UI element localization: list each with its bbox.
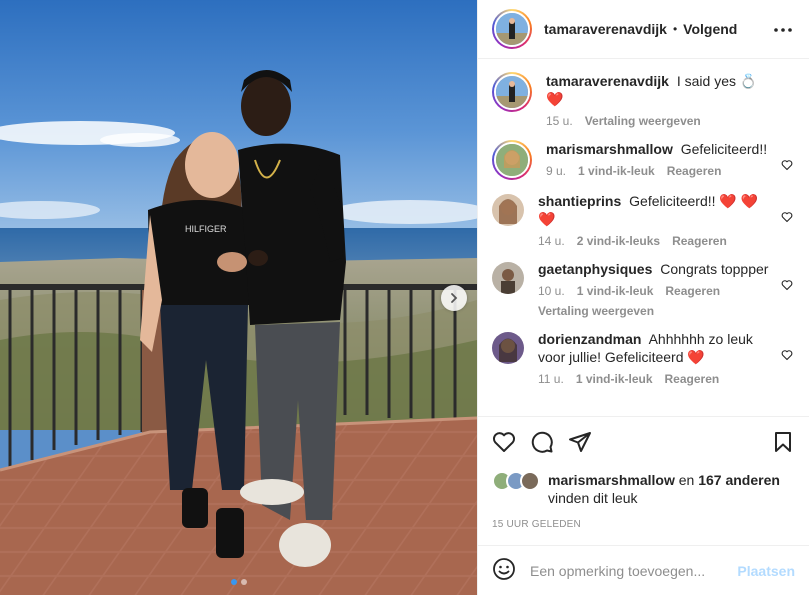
caption-time[interactable]: 15 u. xyxy=(546,114,573,128)
chevron-right-icon xyxy=(451,293,458,303)
reply-button[interactable]: Reageren xyxy=(665,372,720,386)
carousel-dot-1 xyxy=(230,579,237,585)
paper-plane-icon xyxy=(569,431,591,452)
add-comment-bar: Plaatsen xyxy=(478,545,809,595)
more-options-button[interactable] xyxy=(771,20,795,43)
commenter-avatar[interactable] xyxy=(492,332,524,364)
post-timestamp[interactable]: 15 UUR GELEDEN xyxy=(492,519,795,530)
comment-time[interactable]: 10 u. xyxy=(538,284,565,298)
like-comment-button[interactable] xyxy=(781,210,793,226)
carousel-indicator xyxy=(0,579,477,585)
comment-likes[interactable]: 1 vind-ik-leuk xyxy=(578,164,655,178)
heart-outline-icon xyxy=(781,212,793,223)
next-photo-button[interactable] xyxy=(441,285,467,311)
commenter-avatar[interactable] xyxy=(492,140,532,180)
engagement-photo: HILFIGER xyxy=(0,0,477,595)
author-username[interactable]: tamaraverenavdijk xyxy=(544,21,667,37)
reply-button[interactable]: Reageren xyxy=(665,284,720,298)
comment-item: marismarshmallow Gefeliciteerd!! 9 u. 1 … xyxy=(492,128,795,180)
bookmark-icon xyxy=(775,431,791,452)
reply-button[interactable]: Reageren xyxy=(672,234,727,248)
likes-suffix: vinden dit leuk xyxy=(548,490,638,506)
like-comment-button[interactable] xyxy=(781,278,793,294)
liker-username[interactable]: marismarshmallow xyxy=(548,472,675,488)
avatar-image xyxy=(496,76,528,108)
commenter-avatar[interactable] xyxy=(492,194,524,226)
liker-avatar xyxy=(520,471,540,491)
likes-summary: marismarshmallow en 167 anderen vinden d… xyxy=(492,471,795,507)
avatar-image xyxy=(496,13,528,45)
comment-icon xyxy=(531,431,553,453)
emoji-button[interactable] xyxy=(492,557,516,584)
comment-likes[interactable]: 2 vind-ik-leuks xyxy=(577,234,660,248)
comment-input[interactable] xyxy=(530,562,738,579)
comment-item: dorienzandman Ahhhhhh zo leuk voor julli… xyxy=(492,318,795,386)
post-side-panel: tamaraverenavdijk • Volgend tamaraverena… xyxy=(477,0,809,595)
commenter-username[interactable]: marismarshmallow xyxy=(546,141,673,157)
comments-list[interactable]: tamaraverenavdijk I said yes 💍 ❤️ 15 u. … xyxy=(478,60,809,415)
likes-connector: en xyxy=(678,472,695,488)
comment-text: Gefeliciteerd!! xyxy=(680,141,768,157)
caption-avatar[interactable] xyxy=(492,72,532,112)
heart-emoji: ❤️ xyxy=(546,91,564,107)
like-comment-button[interactable] xyxy=(781,158,793,174)
avatar-image xyxy=(496,144,528,176)
like-button[interactable] xyxy=(492,430,516,457)
translate-link[interactable]: Vertaling weergeven xyxy=(538,304,773,318)
heart-outline-icon xyxy=(781,280,793,291)
comment-time[interactable]: 11 u. xyxy=(538,372,564,386)
heart-outline-icon xyxy=(492,431,516,452)
caption: tamaraverenavdijk I said yes 💍 ❤️ 15 u. … xyxy=(492,60,795,128)
ring-emoji: 💍 xyxy=(739,73,758,89)
translate-link[interactable]: Vertaling weergeven xyxy=(585,114,701,128)
following-button[interactable]: Volgend xyxy=(683,21,737,37)
comment-time[interactable]: 9 u. xyxy=(546,164,566,178)
reply-button[interactable]: Reageren xyxy=(667,164,722,178)
avatar-image xyxy=(492,332,524,364)
comment-button[interactable] xyxy=(530,430,554,457)
svg-text:HILFIGER: HILFIGER xyxy=(185,224,227,234)
save-button[interactable] xyxy=(771,430,795,457)
comment-text: Gefeliciteerd!! xyxy=(629,193,716,209)
heart-outline-icon xyxy=(781,160,793,171)
more-horizontal-icon xyxy=(774,28,792,32)
heart-outline-icon xyxy=(781,350,793,361)
post-photo[interactable]: HILFIGER xyxy=(0,0,477,595)
avatar-image xyxy=(492,262,524,294)
caption-text: I said yes xyxy=(676,73,736,89)
carousel-dot-2 xyxy=(240,579,247,585)
comment-item: gaetanphysiques Congrats toppper 10 u. 1… xyxy=(492,248,795,318)
separator-dot: • xyxy=(672,22,678,36)
post-comment-button[interactable]: Plaatsen xyxy=(737,563,795,579)
liker-avatars xyxy=(492,471,546,493)
commenter-username[interactable]: dorienzandman xyxy=(538,331,641,347)
commenter-username[interactable]: gaetanphysiques xyxy=(538,261,652,277)
comment-item: shantieprins Gefeliciteerd!! ❤️ ❤️ ❤️ 14… xyxy=(492,180,795,248)
author-avatar[interactable] xyxy=(492,9,532,49)
comment-likes[interactable]: 1 vind-ik-leuk xyxy=(576,372,653,386)
smiley-icon xyxy=(493,558,515,580)
avatar-image xyxy=(492,194,524,226)
commenter-avatar[interactable] xyxy=(492,262,524,294)
comment-time[interactable]: 14 u. xyxy=(538,234,565,248)
post-header: tamaraverenavdijk • Volgend xyxy=(478,0,809,59)
caption-username[interactable]: tamaraverenavdijk xyxy=(546,73,669,89)
post-actions: marismarshmallow en 167 anderen vinden d… xyxy=(478,416,809,530)
heart-emoji: ❤️ xyxy=(687,349,705,365)
likes-others-link[interactable]: 167 anderen xyxy=(698,472,780,488)
like-comment-button[interactable] xyxy=(781,348,793,364)
comment-likes[interactable]: 1 vind-ik-leuk xyxy=(577,284,654,298)
share-button[interactable] xyxy=(568,430,592,457)
comment-text: Congrats toppper xyxy=(660,261,769,277)
commenter-username[interactable]: shantieprins xyxy=(538,193,621,209)
